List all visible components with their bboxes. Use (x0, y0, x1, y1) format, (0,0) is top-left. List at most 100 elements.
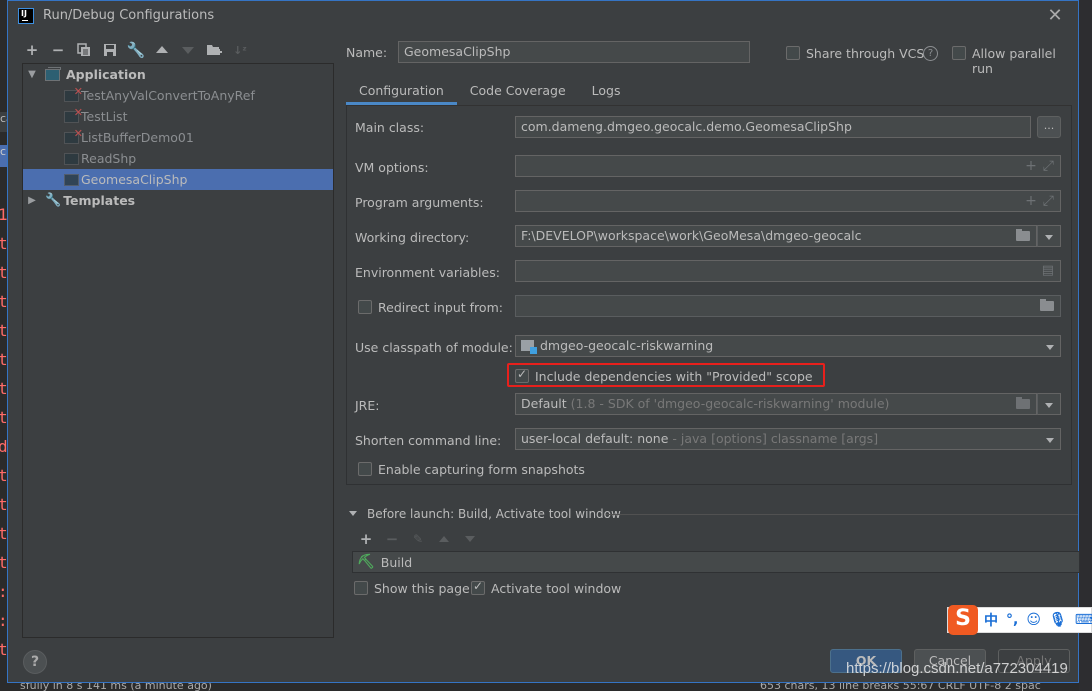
save-icon[interactable] (102, 42, 118, 58)
classpath-module-label: Use classpath of module: (355, 340, 513, 355)
include-provided-checkbox[interactable] (515, 367, 529, 383)
edit-icon[interactable]: ✎ (410, 531, 426, 547)
redirect-input-checkbox[interactable] (358, 300, 372, 314)
share-vcs-label: Share through VCS (806, 46, 925, 61)
working-directory-input[interactable]: F:\DEVELOP\workspace\work\GeoMesa\dmgeo-… (515, 225, 1037, 247)
vm-options-input[interactable]: + ⤢ (515, 155, 1061, 177)
vm-options-label: VM options: (355, 160, 429, 175)
keyboard-icon[interactable]: ⌨ (1075, 612, 1092, 628)
status-left-text: sfully in 8 s 141 ms (a minute ago) (20, 682, 212, 691)
shorten-command-line-label: Shorten command line: (355, 433, 502, 448)
help-icon[interactable]: ? (923, 46, 938, 61)
share-vcs-checkbox[interactable] (786, 46, 800, 60)
shorten-value: user-local default: none (521, 431, 669, 446)
tab-code-coverage[interactable]: Code Coverage (457, 79, 579, 105)
add-icon[interactable]: + (1025, 158, 1037, 174)
tree-label: ReadShp (81, 151, 137, 166)
jre-label: JRE: (355, 398, 380, 413)
tab-configuration[interactable]: Configuration (346, 79, 457, 105)
config-icon (64, 152, 79, 165)
background-right-strip (1079, 0, 1092, 691)
activate-tool-window-checkbox[interactable] (471, 579, 485, 595)
folder-icon[interactable] (1016, 397, 1030, 409)
config-error-icon: ✕ (64, 106, 83, 123)
program-arguments-input[interactable]: + ⤢ (515, 190, 1061, 212)
activate-tool-window-label: Activate tool window (491, 581, 622, 596)
allow-parallel-label: Allow parallel run (972, 46, 1056, 76)
emoji-icon[interactable]: ☺ (1026, 612, 1041, 628)
remove-icon[interactable]: − (50, 41, 66, 59)
ime-language-toggle[interactable]: 中 (984, 610, 998, 630)
new-folder-icon[interactable] (206, 42, 222, 58)
tree-item-config[interactable]: ReadShp (23, 148, 333, 169)
microphone-icon[interactable]: 🎙 (1049, 612, 1067, 628)
expand-icon[interactable]: ⤢ (1043, 193, 1054, 209)
move-down-icon[interactable] (180, 42, 196, 58)
jre-dropdown[interactable] (1037, 393, 1061, 415)
copy-icon[interactable] (76, 42, 92, 58)
tree-node-application[interactable]: ▼ Application (23, 64, 333, 85)
wrench-icon[interactable]: 🔧 (127, 41, 146, 59)
ime-punctuation-toggle[interactable]: °, (1006, 612, 1018, 628)
move-down-icon[interactable] (462, 531, 478, 547)
module-icon (521, 340, 537, 354)
config-error-icon: ✕ (64, 127, 83, 144)
jre-select[interactable]: Default (1.8 - SDK of 'dmgeo-geocalc-ris… (515, 393, 1037, 415)
run-debug-dialog: IJ Run/Debug Configurations ✕ + − 🔧 ↓ᶻ ▼… (7, 0, 1080, 683)
browse-main-class-button[interactable]: ... (1037, 116, 1061, 138)
enable-snapshots-checkbox[interactable] (358, 462, 372, 476)
tree-item-config[interactable]: ✕ TestAnyValConvertToAnyRef (23, 85, 333, 106)
add-icon[interactable]: + (1025, 193, 1037, 209)
sort-icon[interactable]: ↓ᶻ (232, 42, 248, 58)
environment-variables-input[interactable]: ▤ (515, 260, 1061, 282)
close-button[interactable]: ✕ (1046, 7, 1064, 25)
move-up-icon[interactable] (436, 531, 452, 547)
config-toolbar: + − 🔧 ↓ᶻ (24, 41, 248, 59)
collapse-arrow-icon[interactable] (349, 511, 357, 516)
remove-icon[interactable]: − (384, 530, 400, 548)
classpath-module-select[interactable]: dmgeo-geocalc-riskwarning (515, 335, 1061, 357)
before-launch-title[interactable]: Before launch: Build, Activate tool wind… (367, 507, 621, 521)
help-button[interactable]: ? (23, 650, 47, 674)
name-input[interactable]: GeomesaClipShp (398, 41, 750, 63)
tree-label: GeomesaClipShp (81, 172, 188, 187)
jre-hint: (1.8 - SDK of 'dmgeo-geocalc-riskwarning… (570, 396, 890, 411)
redirect-input-field[interactable] (515, 295, 1061, 317)
tree-node-templates[interactable]: ▶ 🔧 Templates (23, 190, 333, 211)
dialog-title: Run/Debug Configurations (43, 8, 215, 23)
tree-item-config-selected[interactable]: GeomesaClipShp (23, 169, 333, 190)
add-icon[interactable]: + (358, 530, 374, 548)
tree-item-config[interactable]: ✕ TestList (23, 106, 333, 127)
task-label: Build (380, 554, 413, 570)
move-up-icon[interactable] (154, 42, 170, 58)
title-bar: IJ Run/Debug Configurations ✕ (8, 1, 1078, 33)
intellij-logo-icon: IJ (18, 8, 34, 24)
add-icon[interactable]: + (24, 41, 40, 59)
working-directory-dropdown[interactable] (1037, 225, 1061, 247)
name-label: Name: (346, 45, 388, 60)
section-divider (606, 514, 1078, 515)
allow-parallel-checkbox[interactable] (952, 46, 966, 60)
tab-logs[interactable]: Logs (579, 79, 634, 105)
wrench-icon: 🔧 (45, 193, 62, 208)
expand-icon[interactable]: ⤢ (1043, 158, 1054, 174)
jre-value: Default (521, 396, 567, 411)
watermark-text: https://blog.csdn.net/a772304419 (846, 660, 1068, 677)
tree-item-config[interactable]: ✕ ListBufferDemo01 (23, 127, 333, 148)
config-tree: ▼ Application ✕ TestAnyValConvertToAnyRe… (22, 63, 334, 638)
include-provided-label: Include dependencies with "Provided" sco… (535, 369, 813, 384)
expand-arrow-icon[interactable]: ▼ (27, 69, 37, 80)
background-status-bar: sfully in 8 s 141 ms (a minute ago) 653 … (0, 682, 1092, 691)
sogou-logo-icon[interactable]: S (948, 605, 978, 635)
folder-icon[interactable] (1016, 229, 1030, 241)
shorten-command-line-select[interactable]: user-local default: none - java [options… (515, 428, 1061, 450)
main-class-input[interactable]: com.dameng.dmgeo.geocalc.demo.GeomesaCli… (515, 116, 1031, 138)
document-icon[interactable]: ▤ (1042, 263, 1054, 279)
application-icon (45, 66, 61, 81)
show-page-label: Show this page (374, 581, 470, 596)
shorten-hint: - java [options] classname [args] (672, 431, 879, 446)
collapse-arrow-icon[interactable]: ▶ (27, 195, 37, 206)
before-launch-task-row[interactable]: ⛏ Build (352, 551, 1080, 573)
show-page-checkbox[interactable] (354, 581, 368, 595)
folder-icon[interactable] (1040, 299, 1054, 311)
